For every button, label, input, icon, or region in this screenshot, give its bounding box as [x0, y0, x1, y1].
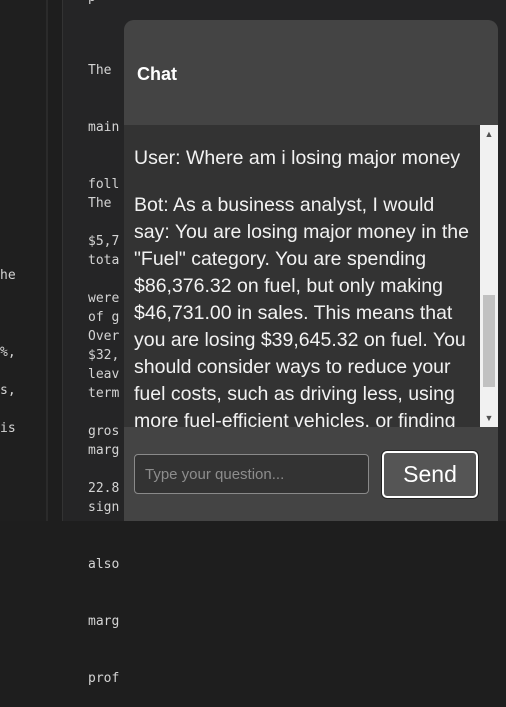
- doc-line: sign: [88, 500, 120, 515]
- chat-widget: Chat User: Where am i losing major money…: [124, 20, 498, 521]
- doc-line: The: [88, 63, 112, 78]
- gutter-fragment: s,: [0, 383, 16, 398]
- doc-line: also: [88, 557, 120, 572]
- doc-paragraph: Over term marg sign also marg prof: [88, 289, 119, 707]
- doc-line: The: [88, 196, 112, 211]
- doc-line: Over: [88, 329, 120, 344]
- user-message: User: Where am i losing major money: [134, 147, 461, 169]
- doc-line: term: [88, 386, 120, 401]
- doc-line: tota: [88, 253, 120, 268]
- scrollbar-thumb[interactable]: [483, 295, 495, 387]
- chat-header: Chat: [124, 20, 498, 125]
- doc-top-fragment: p: [88, 0, 96, 5]
- send-button[interactable]: Send: [382, 451, 478, 498]
- doc-line: marg: [88, 443, 120, 458]
- doc-line: main: [88, 120, 120, 135]
- chat-scrollbar[interactable]: ▲ ▼: [480, 125, 498, 427]
- gutter-fragment: is: [0, 421, 16, 436]
- doc-line: prof: [88, 671, 120, 686]
- gutter-fragment: he: [0, 268, 16, 283]
- left-gutter: [0, 0, 48, 521]
- bot-message: Bot: As a business analyst, I would say:…: [134, 194, 469, 427]
- chat-input-area: Send: [124, 427, 498, 521]
- question-input[interactable]: [134, 454, 369, 494]
- gutter-fragment: %,: [0, 345, 16, 360]
- chat-messages[interactable]: User: Where am i losing major money Bot:…: [124, 125, 480, 427]
- gutter-divider: [46, 0, 48, 521]
- triangle-down-icon[interactable]: ▼: [480, 409, 498, 427]
- triangle-up-icon[interactable]: ▲: [480, 125, 498, 143]
- chat-title: Chat: [137, 64, 177, 84]
- doc-line: marg: [88, 614, 120, 629]
